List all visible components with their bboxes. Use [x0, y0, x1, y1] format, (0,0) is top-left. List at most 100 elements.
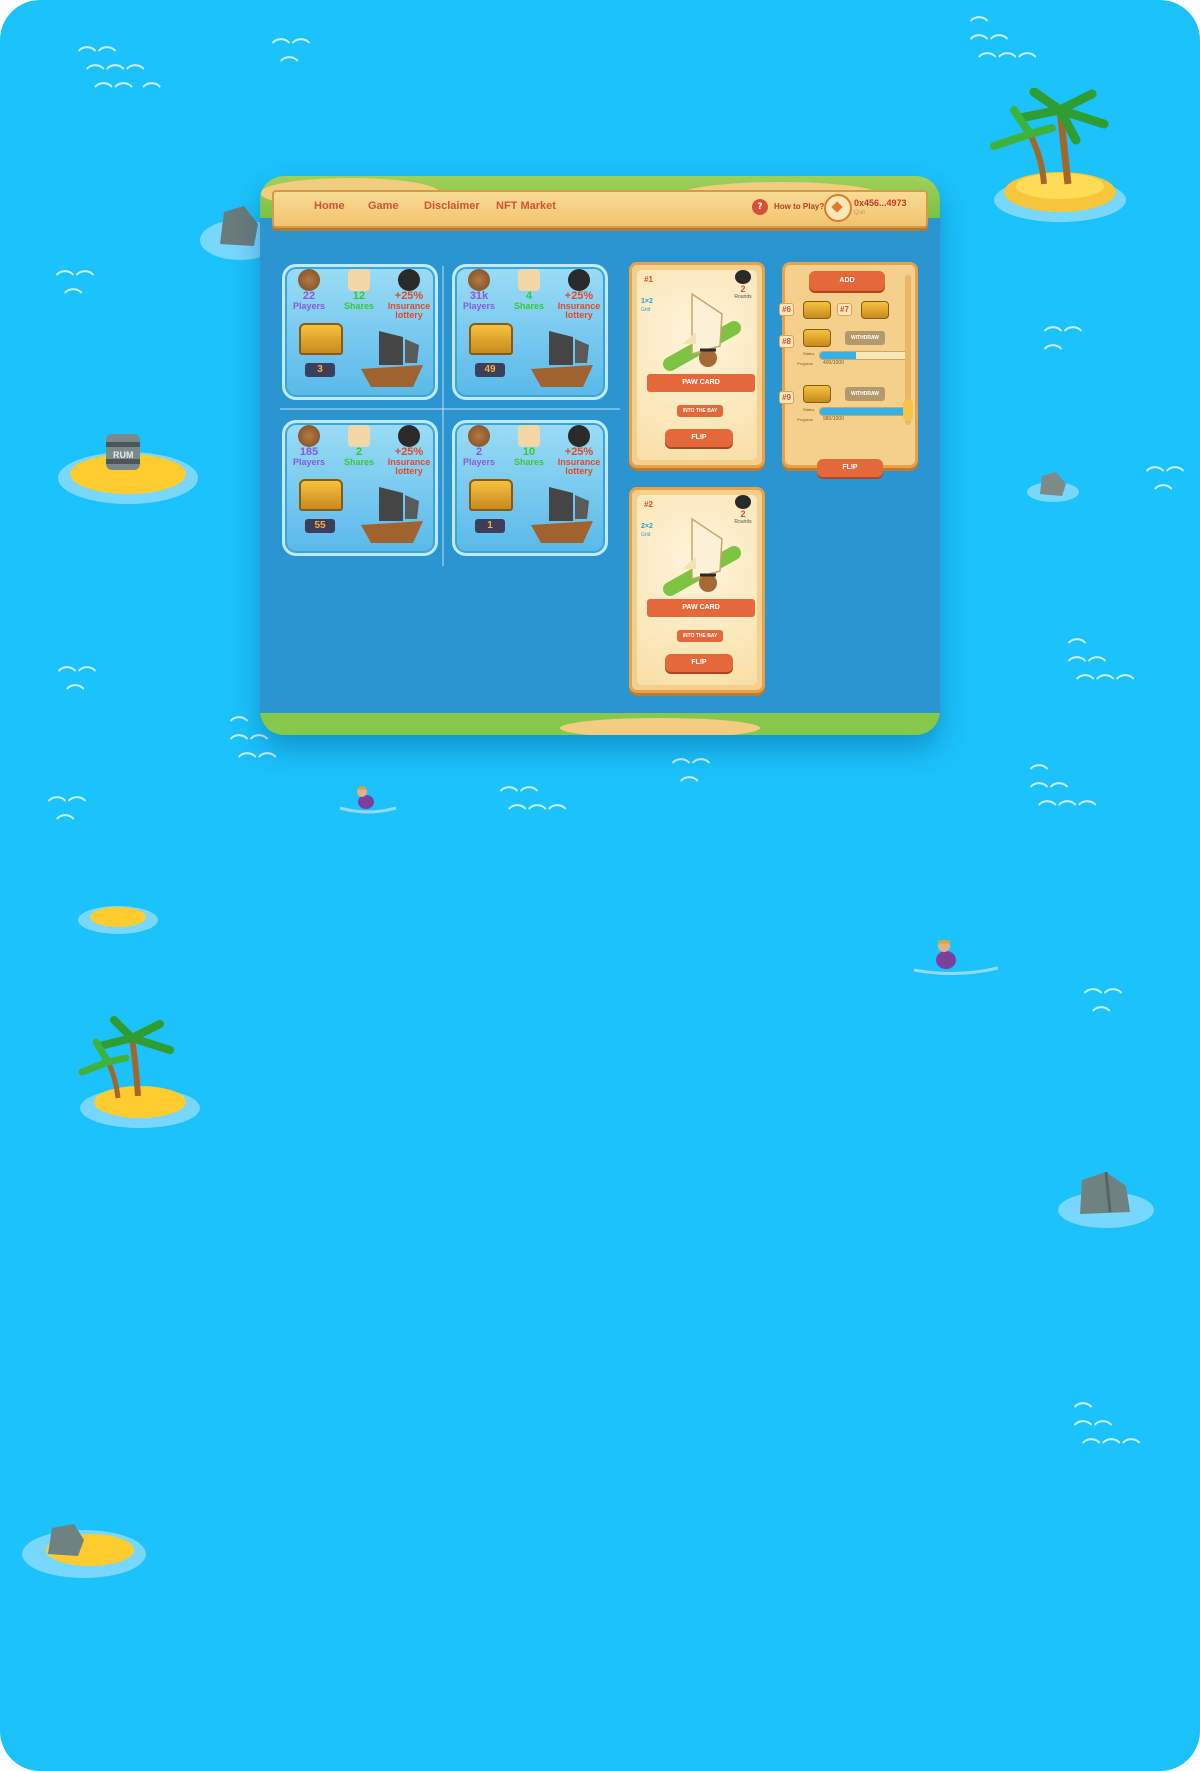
- wave-decoration: ⌒⌒ ⌒: [1146, 466, 1186, 505]
- game-window: Home Game Disclaimer NFT Market ? How to…: [260, 176, 940, 735]
- players-label: Players: [292, 301, 326, 311]
- withdraw-button[interactable]: WITHDRAW: [845, 387, 885, 401]
- shares-stat: 2 Shares: [337, 425, 381, 467]
- grid-divider: [442, 266, 444, 566]
- bomb-icon: [398, 269, 420, 291]
- into-the-bay-button[interactable]: INTO THE BAY: [677, 630, 723, 642]
- lottery-stat: +25% Insurance lottery: [387, 269, 431, 320]
- card-grid: 2×2: [641, 523, 653, 530]
- shares-label: Shares: [513, 457, 545, 467]
- into-the-bay-button[interactable]: INTO THE BAY: [677, 405, 723, 417]
- treasure-chest-icon[interactable]: [803, 301, 831, 319]
- card-ribbon: PAW CARD: [647, 374, 755, 392]
- card-grid-label: Grid: [641, 307, 651, 313]
- progress-label: Progress: [797, 417, 814, 422]
- withdraw-button[interactable]: WITHDRAW: [845, 331, 885, 345]
- palm-island: [78, 1016, 200, 1128]
- game-screen: ⌒⌒ ⌒⌒⌒ ⌒⌒ ⌒ ⌒⌒ ⌒ ⌒ ⌒⌒ ⌒⌒⌒ ⌒⌒ ⌒ ⌒⌒ ⌒ ⌒⌒ ⌒ ⌒…: [0, 0, 1200, 1771]
- rock-island: [1058, 1171, 1154, 1228]
- svg-text:RUM: RUM: [113, 450, 134, 460]
- treasure-chest-icon: [469, 323, 513, 355]
- players-stat: 22 Players: [287, 269, 331, 311]
- slot-id: #6: [779, 303, 794, 316]
- sand-island: [78, 906, 158, 934]
- pool-card[interactable]: 185 Players 2 Shares +25% Insurance lott…: [282, 420, 438, 556]
- status-fill: [820, 352, 856, 359]
- status-bar: [819, 351, 911, 360]
- swimmer: [913, 940, 999, 976]
- map-icon: [518, 425, 540, 447]
- treasure-chest-icon: [803, 329, 831, 347]
- paw-card: #2 2×2 Grid 2 Rounds PAW CARD INTO THE B…: [629, 487, 765, 693]
- rock-island: [1027, 472, 1079, 502]
- rounds-count: 2: [740, 284, 746, 294]
- map-icon: [518, 269, 540, 291]
- chest-count: 1: [475, 519, 505, 533]
- nav-game[interactable]: Game: [368, 200, 399, 212]
- card-id: #1: [641, 274, 656, 285]
- pool-card[interactable]: 31k Players 4 Shares +25% Insurance lott…: [452, 264, 608, 400]
- wave-decoration: ⌒ ⌒⌒ ⌒⌒⌒: [970, 16, 1039, 73]
- sand-decoration: [560, 718, 760, 735]
- pirate-ship-icon: [361, 487, 423, 543]
- wave-decoration: ⌒ ⌒⌒ ⌒⌒⌒: [1068, 638, 1137, 695]
- players-stat: 2 Players: [457, 425, 501, 467]
- help-icon[interactable]: ?: [752, 199, 768, 215]
- wave-decoration: ⌒⌒ ⌒⌒⌒ ⌒⌒ ⌒: [78, 46, 163, 103]
- how-to-play-link[interactable]: How to Play?: [774, 202, 824, 211]
- wallet-address[interactable]: 0x456...4973: [854, 198, 907, 208]
- shares-label: Shares: [513, 301, 545, 311]
- card-ribbon: PAW CARD: [647, 599, 755, 617]
- card-grid-label: Grid: [641, 532, 651, 538]
- players-label: Players: [462, 301, 496, 311]
- rounds-count: 2: [740, 509, 746, 519]
- scrollbar-thumb[interactable]: [903, 399, 913, 421]
- flip-button[interactable]: FLIP: [817, 459, 883, 477]
- map-icon: [348, 425, 370, 447]
- rounds-label: Rounds: [734, 294, 752, 300]
- players-label: Players: [462, 457, 496, 467]
- pirate-ship-icon: [531, 331, 593, 387]
- wallet-quit[interactable]: Quit: [854, 210, 865, 216]
- progress-label: Progress: [797, 361, 814, 366]
- palm-island: [990, 88, 1126, 222]
- chest-panel: ADD #6 #7 #8 WITHDRAW Status Progress 40…: [779, 262, 918, 477]
- wave-decoration: ⌒⌒ ⌒: [272, 38, 312, 77]
- status-bar: [819, 407, 911, 416]
- pool-card[interactable]: 2 Players 10 Shares +25% Insurance lotte…: [452, 420, 608, 556]
- lottery-label: Insurance lottery: [557, 457, 601, 476]
- treasure-chest-icon: [299, 479, 343, 511]
- bear-icon: [298, 425, 320, 447]
- swimmer: [339, 786, 397, 814]
- bomb-icon: [735, 495, 751, 509]
- navbar: Home Game Disclaimer NFT Market ? How to…: [272, 190, 928, 228]
- nav-nft-market[interactable]: NFT Market: [496, 200, 556, 212]
- pirate-ship-icon: [361, 331, 423, 387]
- paw-card: #1 1×2 Grid 2 Rounds PAW CARD INTO THE B…: [629, 262, 765, 468]
- flip-button[interactable]: FLIP: [665, 654, 733, 672]
- wave-decoration: ⌒⌒ ⌒: [1084, 988, 1124, 1027]
- bomb-icon: [735, 270, 751, 284]
- map-icon: [348, 269, 370, 291]
- treasure-chest-icon[interactable]: [861, 301, 889, 319]
- lottery-label: Insurance lottery: [387, 457, 431, 476]
- bomb-icon: [398, 425, 420, 447]
- bomb-icon: [568, 269, 590, 291]
- wave-decoration: ⌒⌒ ⌒: [672, 758, 712, 797]
- bear-icon: [468, 269, 490, 291]
- players-stat: 185 Players: [287, 425, 331, 467]
- status-label: Status: [803, 407, 815, 412]
- lottery-stat: +25% Insurance lottery: [557, 425, 601, 476]
- rounds-badge: 2 Rounds: [731, 495, 755, 525]
- flip-button[interactable]: FLIP: [665, 429, 733, 447]
- status-label: Status: [803, 351, 815, 356]
- lottery-label: Insurance lottery: [387, 301, 431, 320]
- nav-disclaimer[interactable]: Disclaimer: [424, 200, 480, 212]
- wave-decoration: ⌒⌒ ⌒⌒⌒: [500, 786, 569, 825]
- shares-stat: 12 Shares: [337, 269, 381, 311]
- pool-card[interactable]: 22 Players 12 Shares +25% Insurance lott…: [282, 264, 438, 400]
- wave-decoration: ⌒ ⌒⌒ ⌒⌒⌒: [1074, 1402, 1143, 1459]
- progress-value: 980/1000: [823, 416, 844, 422]
- add-button[interactable]: ADD: [809, 271, 885, 291]
- nav-home[interactable]: Home: [314, 200, 345, 212]
